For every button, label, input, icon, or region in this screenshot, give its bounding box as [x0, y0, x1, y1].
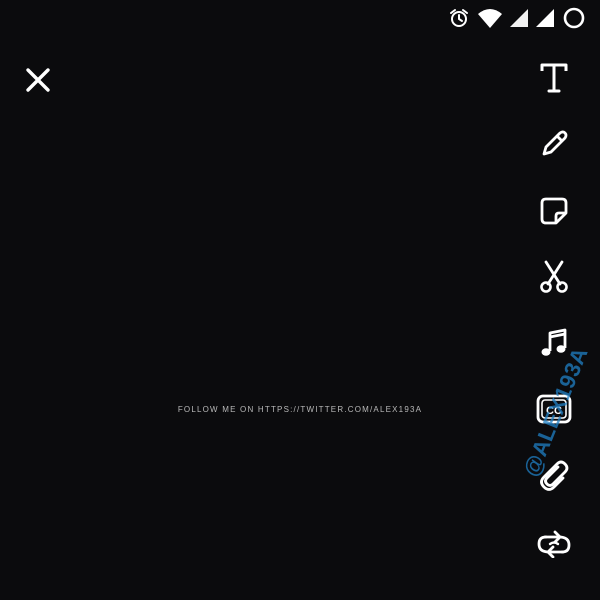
signal-icon-secondary: [536, 9, 554, 27]
attachment-tool-button[interactable]: [532, 454, 576, 498]
scissors-tool-button[interactable]: [532, 255, 576, 299]
text-tool-icon: [540, 63, 568, 93]
snap-editor-screen: CC @ALEX193A FOLLOW ME ON HTTPS://TWITTE…: [0, 0, 600, 600]
music-note-icon: [541, 328, 567, 356]
wifi-icon: [478, 8, 502, 28]
caption-text: FOLLOW ME ON HTTPS://TWITTER.COM/ALEX193…: [177, 405, 423, 414]
close-button[interactable]: [22, 64, 54, 96]
battery-ring-icon: [562, 6, 586, 30]
signal-icon: [510, 9, 528, 27]
scissors-icon: [540, 260, 568, 293]
status-bar: [448, 6, 586, 30]
text-tool-button[interactable]: [532, 56, 576, 100]
loop-icon: [537, 530, 571, 558]
pencil-tool-button[interactable]: [532, 122, 576, 166]
alarm-icon: [448, 7, 470, 29]
paperclip-icon: [540, 460, 569, 491]
sticker-icon: [540, 197, 568, 225]
sticker-tool-button[interactable]: [532, 189, 576, 233]
music-tool-button[interactable]: [532, 321, 576, 365]
close-icon: [26, 68, 50, 92]
loop-tool-button[interactable]: [532, 521, 576, 565]
pencil-icon: [542, 130, 568, 156]
